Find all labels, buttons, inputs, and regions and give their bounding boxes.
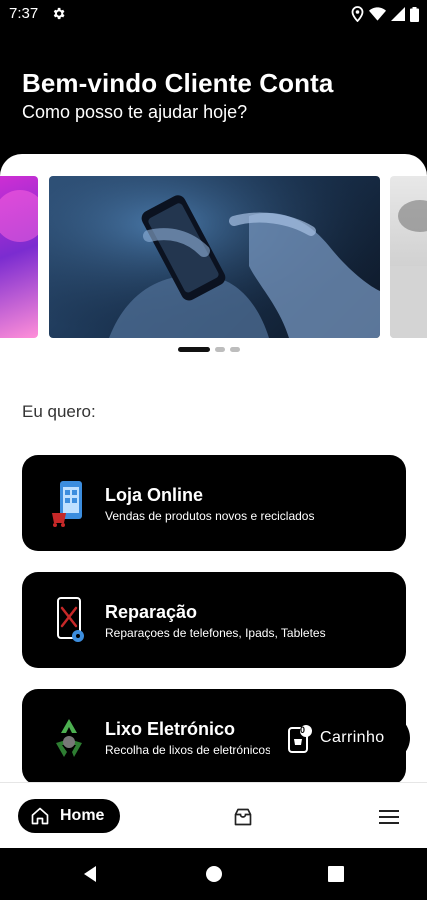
carousel-slide-active[interactable] [49,176,380,338]
recent-apps-icon[interactable] [327,865,345,883]
carousel-dot[interactable] [230,347,240,352]
location-icon [351,6,364,22]
option-subtitle: Recolha de lixos de eletrónicos [105,743,270,757]
carousel-dot-active[interactable] [178,347,210,352]
status-icons [351,5,419,23]
carousel-dot[interactable] [215,347,225,352]
section-label: Eu quero: [22,402,96,421]
nav-home-button[interactable]: Home [18,799,120,833]
system-nav-bar [0,848,427,900]
carousel-slide-previous[interactable] [0,176,38,338]
bottom-nav: Home [0,782,427,848]
option-card-reparacao[interactable]: Reparação Reparaçoes de telefones, Ipads… [22,572,406,668]
header: Bem-vindo Cliente Conta Como posso te aj… [0,28,427,168]
cart-fab-button[interactable]: 0 Carrinho [270,714,410,762]
signal-icon [391,7,405,21]
recycle-icon [56,719,82,757]
gear-icon [53,7,65,20]
back-icon[interactable] [80,864,100,884]
battery-icon [410,6,419,22]
status-bar: 7:37 [0,0,427,28]
carousel-slide-next[interactable] [390,176,427,338]
cart-fab-label: Carrinho [320,729,385,746]
menu-icon[interactable] [378,807,400,827]
gray-room-image [390,200,427,338]
option-title: Loja Online [105,485,204,505]
main-content[interactable]: Eu quero: Loja Online Vendas de produtos… [0,154,427,782]
option-title: Reparação [105,602,198,622]
phone-in-hands-image [49,176,380,338]
carousel-dots [178,347,240,352]
nav-home-label: Home [60,807,105,824]
phone-repair-icon [57,597,84,642]
cart-count-badge: 0 [300,725,306,735]
welcome-subtitle: Como posso te ajudar hoje? [22,102,248,122]
home-icon [31,807,49,825]
option-subtitle: Reparaçoes de telefones, Ipads, Tabletes [105,626,326,640]
option-subtitle: Vendas de produtos novos e reciclados [105,509,315,523]
option-title: Lixo Eletrónico [105,719,236,739]
wifi-icon [369,7,386,21]
cart-icon[interactable] [233,807,253,827]
welcome-title: Bem-vindo Cliente Conta [22,68,334,98]
status-time: 7:37 [9,5,39,22]
home-circle-icon[interactable] [204,864,224,884]
phone-shop-icon [52,481,82,527]
cart-phone-icon [288,725,312,753]
option-card-loja-online[interactable]: Loja Online Vendas de produtos novos e r… [22,455,406,551]
pink-lights-image [0,190,38,242]
